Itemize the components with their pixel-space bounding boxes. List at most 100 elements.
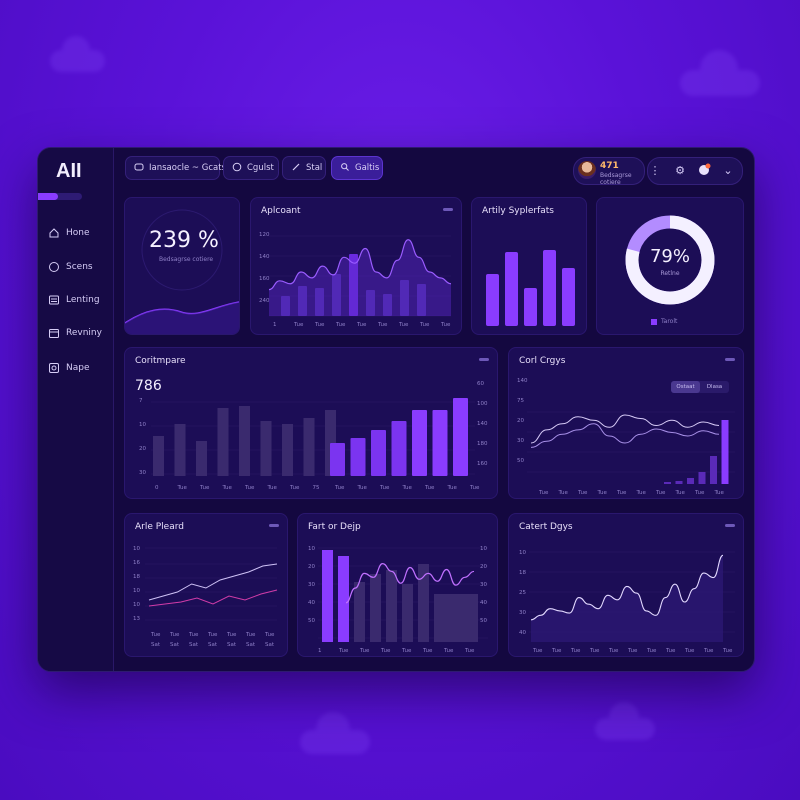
bar-muted bbox=[174, 424, 186, 476]
background-cloud bbox=[680, 50, 760, 96]
bar bbox=[338, 556, 349, 642]
donut-legend: Tarolt bbox=[651, 318, 677, 325]
tab-stal[interactable]: Stal bbox=[282, 156, 326, 180]
y-tick-label-right: 100 bbox=[477, 401, 488, 407]
bar-line-chart: 10 20 30 40 50 10 20 30 40 50 1 Tue Tue Tue Tue Tue Tue T… bbox=[308, 546, 488, 654]
bar-muted bbox=[282, 424, 293, 476]
x-tick-label: Tue bbox=[222, 485, 233, 491]
profile-subtitle: Bedsagrse cotiere bbox=[600, 172, 632, 186]
small-line-card: Arle Pleard 10 16 18 10 10 13 Tue Sat Tue Sat Tue S… bbox=[124, 513, 288, 657]
sidebar-item-label: Lenting bbox=[66, 295, 100, 305]
dashboard-window: AII Hone Scens Lenting Revniny Nape Ians… bbox=[37, 147, 755, 672]
small-line-chart: 10 16 18 10 10 13 Tue Sat Tue Sat Tue Sat Tue Sat Tue S… bbox=[133, 546, 278, 648]
y-tick-label: 20 bbox=[517, 418, 524, 424]
y-tick-label-right: 60 bbox=[477, 381, 484, 387]
x-tick-label: Tue bbox=[469, 485, 480, 491]
x-tick-label: Tue bbox=[150, 632, 161, 638]
x-tick-label: Tue bbox=[646, 648, 657, 654]
x-tick-label: Tue bbox=[627, 648, 638, 654]
x-tick-label: 75 bbox=[313, 485, 320, 491]
x-tick-label: Tue bbox=[551, 648, 562, 654]
bar-muted bbox=[260, 421, 272, 476]
donut-value: 79% bbox=[649, 246, 690, 267]
x-tick-label: Tue bbox=[440, 322, 451, 328]
profile-pill[interactable]: 471 Bedsagrse cotiere bbox=[573, 157, 645, 186]
notification-icon[interactable] bbox=[694, 159, 714, 181]
sidebar-item-label: Nape bbox=[66, 363, 90, 373]
x-tick-label: 0 bbox=[155, 485, 159, 491]
area-chart: 120 140 160 240 1 Tue Tue Tue Tue Tue Tue Tue Tue bbox=[259, 232, 452, 328]
x-tick-label: Tue bbox=[684, 648, 695, 654]
sidebar: AII Hone Scens Lenting Revniny Nape bbox=[38, 148, 114, 671]
map-icon bbox=[47, 361, 61, 375]
y-tick-label: 160 bbox=[259, 276, 270, 282]
y-tick-label: 50 bbox=[517, 458, 524, 464]
bar-muted bbox=[196, 441, 207, 476]
chevron-down-icon[interactable]: ⌄ bbox=[718, 159, 738, 181]
tab-cgulst[interactable]: Cgulst bbox=[223, 156, 279, 180]
tab-iansaocle[interactable]: Iansaocle ~ Gcats bbox=[125, 156, 226, 180]
logo-progress-bar bbox=[38, 193, 82, 200]
wave-line-card: Catert Dgys 10 18 25 30 40 Tue Tue Tue Tue Tue Tue… bbox=[508, 513, 744, 657]
x-tick-label: Tue bbox=[264, 632, 275, 638]
bar-muted bbox=[153, 436, 164, 476]
area-fill bbox=[531, 555, 723, 642]
y-tick-label: 30 bbox=[139, 470, 146, 476]
y-tick-label: 7 bbox=[139, 398, 143, 404]
y-tick-label: 20 bbox=[308, 564, 315, 570]
series-line bbox=[530, 414, 720, 444]
x-tick-label: Tue bbox=[424, 485, 435, 491]
sidebar-item-scens[interactable]: Scens bbox=[47, 260, 93, 274]
x-tick-label: 1 bbox=[318, 648, 322, 654]
x-tick-label: Tue bbox=[335, 322, 346, 328]
bar-accent bbox=[412, 410, 427, 476]
y-tick-label: 10 bbox=[133, 546, 140, 552]
settings-icon[interactable]: ⚙ bbox=[670, 159, 690, 181]
bar-accent bbox=[391, 421, 407, 476]
x-tick-label: Tue bbox=[244, 485, 255, 491]
x-tick-label: Tue bbox=[616, 490, 627, 496]
x-tick-label: Tue bbox=[419, 322, 430, 328]
sidebar-item-lenting[interactable]: Lenting bbox=[47, 293, 100, 307]
x-tick-label: Tue bbox=[267, 485, 278, 491]
pencil-icon bbox=[291, 162, 301, 175]
sidebar-item-nape[interactable]: Nape bbox=[47, 361, 90, 375]
y-tick-label: 30 bbox=[519, 610, 526, 616]
tab-galtis[interactable]: Galtis bbox=[331, 156, 383, 180]
more-vertical-icon[interactable]: ⋮ bbox=[645, 159, 665, 181]
x-tick-label: Tue bbox=[334, 485, 345, 491]
tab-label: Cgulst bbox=[247, 163, 274, 173]
sidebar-item-revniny[interactable]: Revniny bbox=[47, 326, 102, 340]
sidebar-item-hone[interactable]: Hone bbox=[47, 226, 90, 240]
x-tick-label: Tue bbox=[422, 648, 433, 654]
y-tick-label: 50 bbox=[308, 618, 315, 624]
bar bbox=[322, 550, 333, 642]
background-cloud bbox=[50, 36, 105, 72]
y-tick-label: 10 bbox=[133, 588, 140, 594]
series-line bbox=[148, 589, 278, 607]
layers-icon bbox=[134, 162, 144, 175]
bar-accent bbox=[350, 438, 366, 476]
y-tick-label: 40 bbox=[308, 600, 315, 606]
x-tick-label: Sat bbox=[208, 642, 218, 648]
area-block bbox=[434, 594, 478, 642]
x-tick-label: Tue bbox=[589, 648, 600, 654]
y-tick-label-right: 180 bbox=[477, 441, 488, 447]
x-tick-label: Tue bbox=[207, 632, 218, 638]
y-tick-label-right: 40 bbox=[480, 600, 487, 606]
x-tick-label: Tue bbox=[338, 648, 349, 654]
x-tick-label: Sat bbox=[227, 642, 237, 648]
x-tick-label: Tue bbox=[447, 485, 458, 491]
x-tick-label: Tue bbox=[714, 490, 725, 496]
y-tick-label: 18 bbox=[133, 574, 140, 580]
bar-chart bbox=[486, 250, 575, 326]
bar bbox=[562, 268, 575, 326]
x-tick-label: Tue bbox=[377, 322, 388, 328]
y-tick-label-right: 10 bbox=[480, 546, 487, 552]
avatar bbox=[578, 161, 596, 179]
x-tick-label: Tue bbox=[577, 490, 588, 496]
x-tick-label: Tue bbox=[293, 322, 304, 328]
x-tick-label: Tue bbox=[694, 490, 705, 496]
x-tick-label: Sat bbox=[151, 642, 161, 648]
line-chart: 140 75 20 30 50 Tue Tue Tue Tue Tue Tue Tue Tue Tue Tu… bbox=[517, 378, 735, 496]
